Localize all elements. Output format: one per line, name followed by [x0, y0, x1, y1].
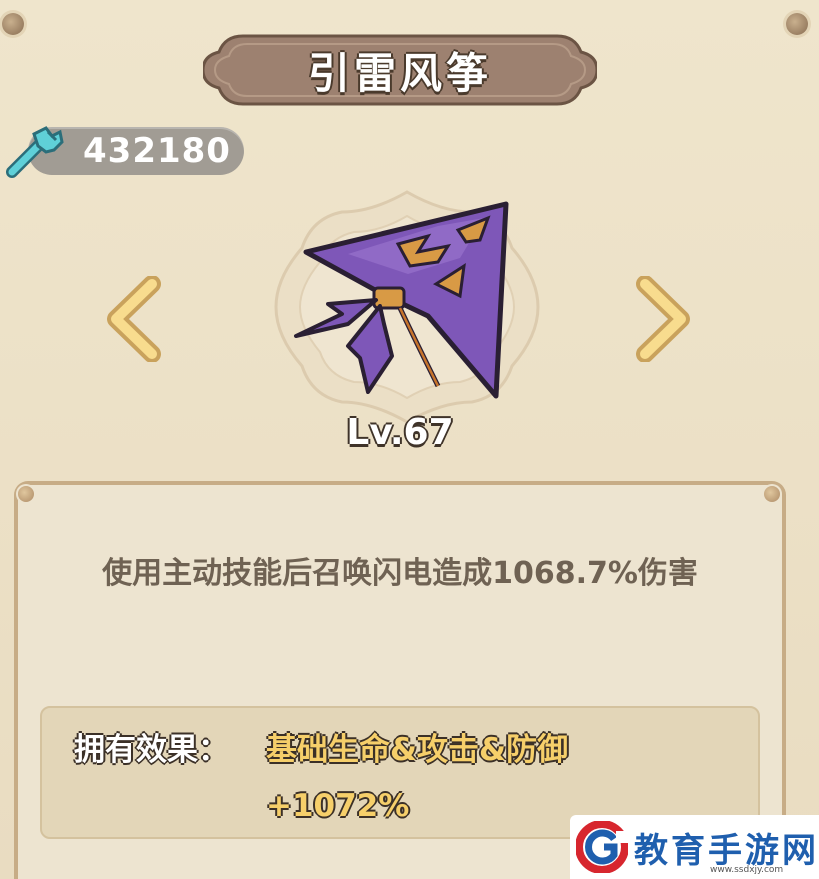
next-item-button[interactable]: [633, 276, 691, 362]
watermark-url: www.ssdxjy.com: [710, 865, 784, 875]
title-plaque: 引雷风筝: [203, 30, 597, 110]
currency-amount: 432180: [83, 131, 231, 171]
wrench-icon: [6, 126, 64, 178]
desc-rivet-left: [18, 486, 34, 502]
item-level: Lv.67: [346, 412, 454, 453]
item-detail-panel: 引雷风筝 432180 Lv.67 使用主动技能后召唤闪电造成1068.7%伤害…: [0, 0, 819, 879]
corner-rivet-left: [2, 13, 24, 35]
corner-rivet-right: [786, 13, 808, 35]
item-description: 使用主动技能后召唤闪电造成1068.7%伤害: [102, 556, 698, 591]
watermark-logo-icon: [576, 821, 628, 873]
prev-item-button[interactable]: [106, 276, 164, 362]
item-title: 引雷风筝: [307, 48, 492, 98]
desc-rivet-right: [764, 486, 780, 502]
kite-icon: [294, 201, 509, 399]
watermark: 教育手游网 www.ssdxjy.com: [570, 815, 819, 879]
effect-label: 拥有效果：: [74, 732, 229, 768]
